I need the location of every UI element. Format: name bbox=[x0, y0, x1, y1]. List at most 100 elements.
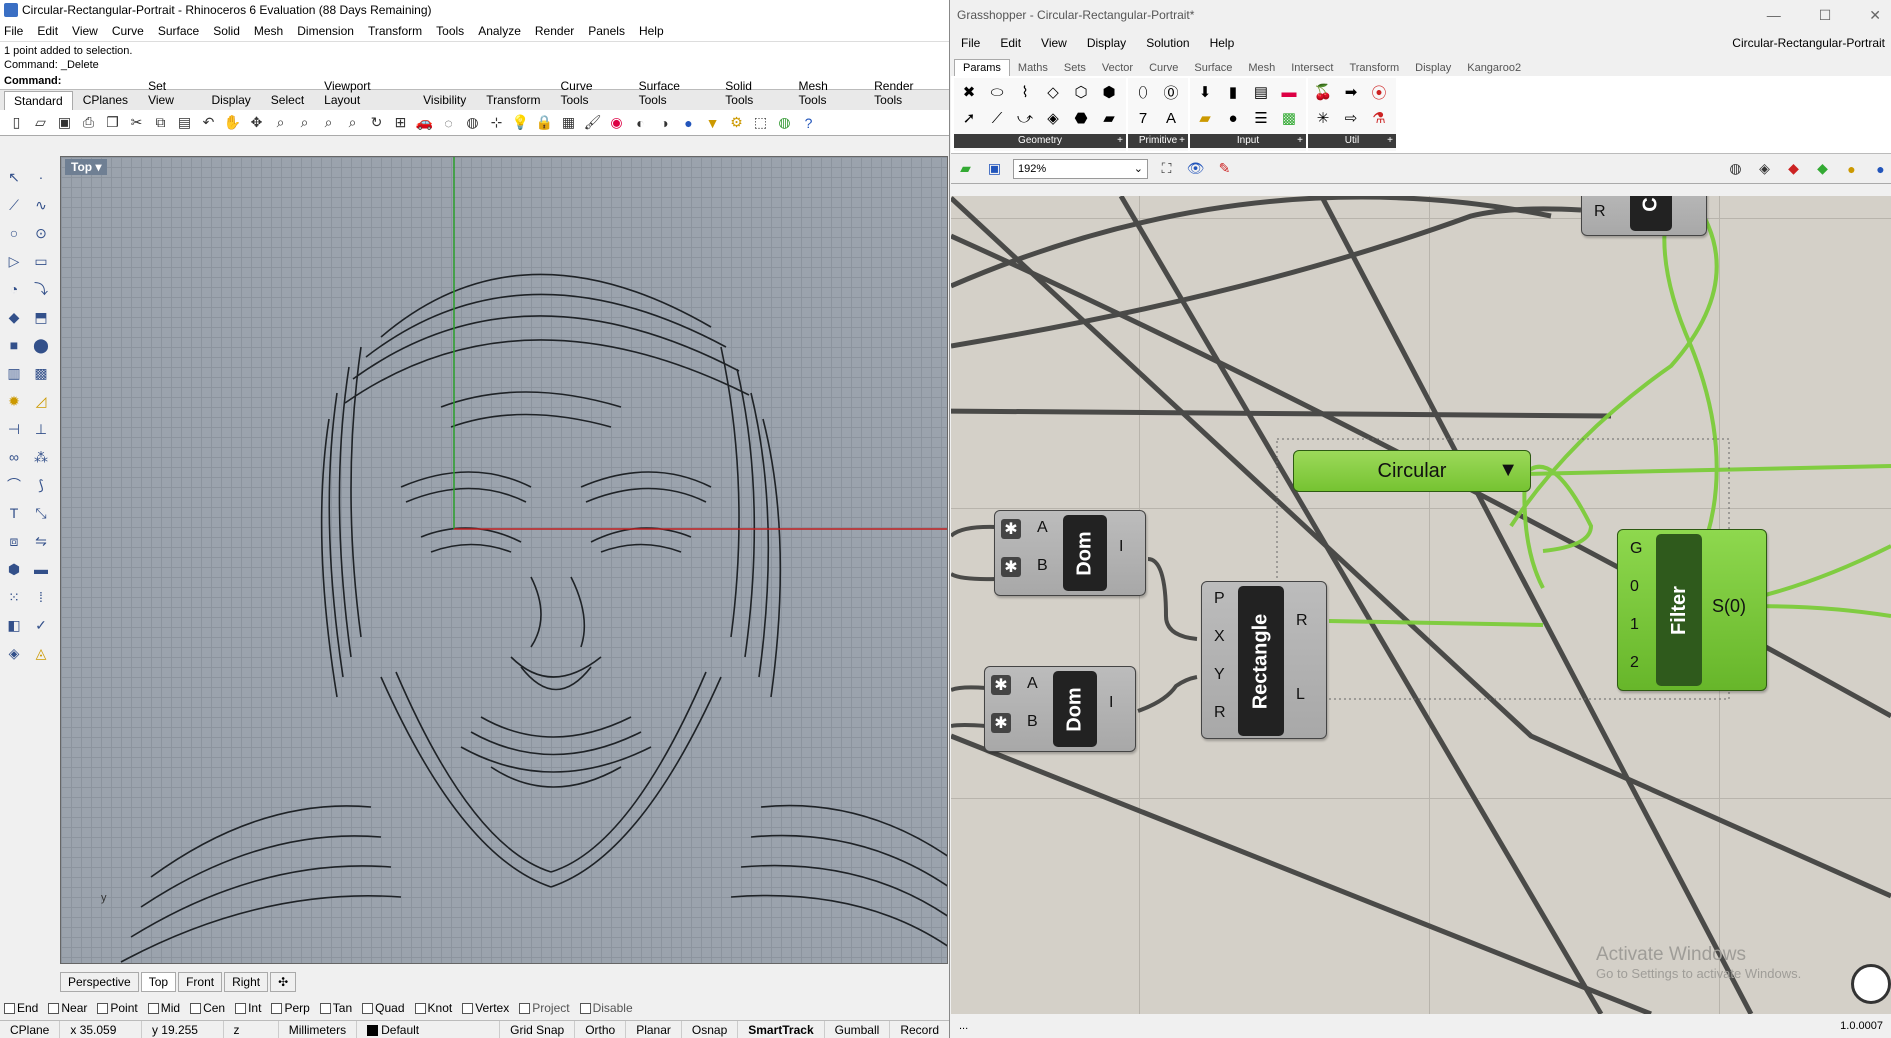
text-param-icon[interactable]: A bbox=[1158, 106, 1184, 130]
tab-set-view[interactable]: Set View bbox=[138, 76, 201, 110]
osnap-quad[interactable]: Quad bbox=[362, 1001, 405, 1015]
help-icon[interactable]: ? bbox=[798, 112, 819, 133]
status-smarttrack[interactable]: SmartTrack bbox=[738, 1020, 825, 1038]
point-icon[interactable]: · bbox=[29, 165, 53, 189]
move-icon[interactable]: ⧈ bbox=[2, 529, 26, 553]
cut-icon[interactable]: ✂ bbox=[126, 112, 147, 133]
text-icon[interactable]: T bbox=[2, 501, 26, 525]
ruler-icon[interactable]: ▬ bbox=[29, 557, 53, 581]
preview-wire-icon[interactable]: ◍ bbox=[1725, 158, 1746, 179]
analyze-icon[interactable]: ◈ bbox=[2, 641, 26, 665]
group-param-icon[interactable]: ▰ bbox=[1096, 106, 1122, 130]
gh-tab-display[interactable]: Display bbox=[1407, 60, 1459, 76]
status-planar[interactable]: Planar bbox=[626, 1020, 682, 1038]
panel-icon[interactable]: ⬇ bbox=[1192, 80, 1218, 104]
settings-gear-icon[interactable]: ⚙ bbox=[726, 112, 747, 133]
lock-icon[interactable]: 🔒 bbox=[534, 112, 555, 133]
button-icon[interactable]: ● bbox=[1220, 106, 1246, 130]
curve-icon[interactable]: ∿ bbox=[29, 193, 53, 217]
plane-param-icon[interactable]: ⤻ bbox=[1012, 106, 1038, 130]
add-viewport-icon[interactable]: ✣ bbox=[270, 972, 297, 992]
gradient-icon[interactable]: ▩ bbox=[1276, 106, 1302, 130]
sketch-icon[interactable]: ✎ bbox=[1214, 158, 1235, 179]
osnap-tan[interactable]: Tan bbox=[319, 1001, 352, 1015]
offset-icon[interactable]: ⟆ bbox=[29, 473, 53, 497]
join-icon[interactable]: ∞ bbox=[2, 445, 26, 469]
surface-param-icon[interactable]: ◇ bbox=[1040, 80, 1066, 104]
geometry-icon[interactable]: ✖ bbox=[956, 80, 982, 104]
block-icon[interactable]: ⬢ bbox=[2, 557, 26, 581]
cylinder-icon[interactable]: ▥ bbox=[2, 361, 26, 385]
polyline-icon[interactable]: ⟋ bbox=[2, 193, 26, 217]
scale-icon[interactable]: ⤡ bbox=[29, 501, 53, 525]
zoom-dropdown[interactable]: 192% ⌄ bbox=[1013, 158, 1148, 179]
status-layer[interactable]: Default bbox=[357, 1020, 501, 1038]
properties-icon[interactable]: ❐ bbox=[102, 112, 123, 133]
paste-icon[interactable]: ▤ bbox=[174, 112, 195, 133]
data-dam-icon[interactable]: ➡ bbox=[1338, 80, 1364, 104]
maximize-icon[interactable]: ☐ bbox=[1819, 0, 1832, 30]
gumball-icon[interactable]: ⊹ bbox=[486, 112, 507, 133]
menu-transform[interactable]: Transform bbox=[368, 24, 422, 38]
menu-solid[interactable]: Solid bbox=[213, 24, 240, 38]
relay-icon[interactable]: ⇨ bbox=[1338, 106, 1364, 130]
menu-render[interactable]: Render bbox=[535, 24, 574, 38]
osnap-end[interactable]: End bbox=[4, 1001, 38, 1015]
grid-icon[interactable]: ▦ bbox=[558, 112, 579, 133]
dom-component-2[interactable]: ✱ ✱ A B Dom I bbox=[984, 666, 1136, 752]
number-param-icon[interactable]: 7 bbox=[1130, 106, 1156, 130]
gh-tab-kangaroo2[interactable]: Kangaroo2 bbox=[1459, 60, 1529, 76]
render-preview-icon[interactable]: ◐ bbox=[630, 112, 651, 133]
car-icon[interactable]: 🚗 bbox=[414, 112, 435, 133]
open-file-icon[interactable]: ▰ bbox=[955, 158, 976, 179]
render-icon[interactable]: ● bbox=[678, 112, 699, 133]
swatch-icon[interactable]: ▬ bbox=[1276, 80, 1302, 104]
fillet-icon[interactable]: ⌒ bbox=[2, 473, 26, 497]
osnap-disable[interactable]: Disable bbox=[579, 1001, 633, 1015]
menu-view[interactable]: View bbox=[72, 24, 98, 38]
vtab-top[interactable]: Top bbox=[140, 972, 177, 992]
gh-menu-edit[interactable]: Edit bbox=[1000, 36, 1021, 50]
gh-tab-transform[interactable]: Transform bbox=[1341, 60, 1407, 76]
osnap-point[interactable]: Point bbox=[97, 1001, 138, 1015]
four-view-icon[interactable]: ⊞ bbox=[390, 112, 411, 133]
gh-canvas[interactable]: R C C Circular ▼ ✱ ✱ A B Dom I ✱ ✱ A B D… bbox=[951, 196, 1891, 1014]
sun-icon[interactable]: ✹ bbox=[2, 389, 26, 413]
filter-icon[interactable]: ▼ bbox=[702, 112, 723, 133]
top-component[interactable]: R C C bbox=[1581, 196, 1707, 236]
gh-menu-view[interactable]: View bbox=[1041, 36, 1067, 50]
gh-tab-curve[interactable]: Curve bbox=[1141, 60, 1186, 76]
preview-colour-icon[interactable]: ● bbox=[1841, 158, 1862, 179]
zoom-extents-icon[interactable]: ⛶ bbox=[1156, 158, 1177, 179]
value-list-circular[interactable]: Circular ▼ bbox=[1293, 450, 1531, 492]
print-icon[interactable]: ⎙ bbox=[78, 112, 99, 133]
check-icon[interactable]: ✓ bbox=[29, 613, 53, 637]
split-icon[interactable]: ⊥ bbox=[29, 417, 53, 441]
array-icon[interactable]: ⁙ bbox=[2, 585, 26, 609]
box-icon[interactable]: ■ bbox=[2, 333, 26, 357]
preview-shaded-icon[interactable]: ◈ bbox=[1754, 158, 1775, 179]
undo-icon[interactable]: ↶ bbox=[198, 112, 219, 133]
tab-visibility[interactable]: Visibility bbox=[413, 90, 476, 110]
rectangle-icon[interactable]: ▭ bbox=[29, 249, 53, 273]
dom-component-1[interactable]: ✱ ✱ A B Dom I bbox=[994, 510, 1146, 596]
explode-icon[interactable]: ⁂ bbox=[29, 445, 53, 469]
tab-display[interactable]: Display bbox=[201, 90, 260, 110]
tab-curve-tools[interactable]: Curve Tools bbox=[551, 76, 629, 110]
menu-panels[interactable]: Panels bbox=[588, 24, 625, 38]
color-wheel-icon[interactable]: ◉ bbox=[606, 112, 627, 133]
menu-file[interactable]: File bbox=[4, 24, 23, 38]
dropdown-triangle-icon[interactable]: ▼ bbox=[1498, 459, 1518, 482]
osnap-mid[interactable]: Mid bbox=[147, 1001, 180, 1015]
open-icon[interactable]: ▱ bbox=[30, 112, 51, 133]
filter-component[interactable]: G 0 1 2 Filter S(0) bbox=[1617, 529, 1767, 691]
mirror-icon[interactable]: ⇋ bbox=[29, 529, 53, 553]
integer-param-icon[interactable]: ⓪ bbox=[1158, 80, 1184, 104]
gh-tab-params[interactable]: Params bbox=[954, 59, 1010, 76]
tab-surface-tools[interactable]: Surface Tools bbox=[629, 76, 716, 110]
tab-viewport-layout[interactable]: Viewport Layout bbox=[314, 76, 413, 110]
boolean-icon[interactable]: ⬤ bbox=[29, 333, 53, 357]
extrude-icon[interactable]: ⬒ bbox=[29, 305, 53, 329]
toggle-icon[interactable]: ▤ bbox=[1248, 80, 1274, 104]
line-param-icon[interactable]: ⟋ bbox=[984, 106, 1010, 130]
